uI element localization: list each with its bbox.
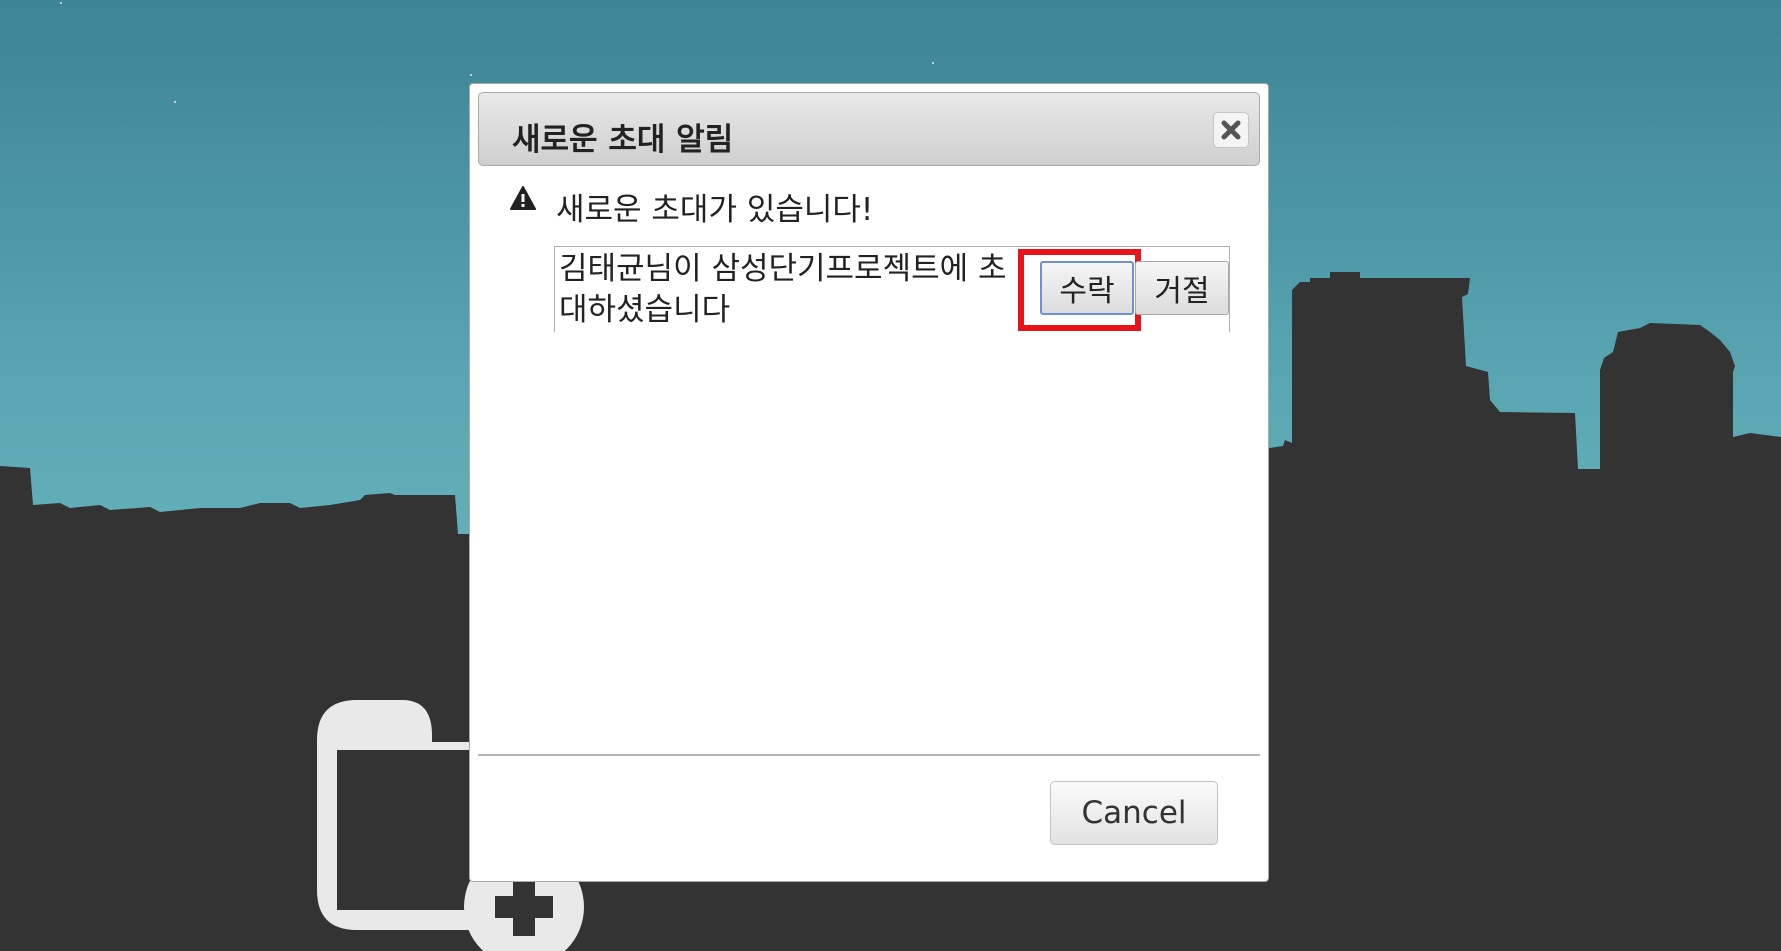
close-icon — [1221, 120, 1241, 140]
warning-icon — [510, 186, 536, 210]
invitation-text: 김태균님이 삼성단기프로젝트에 초 대하셨습니다 — [559, 249, 1039, 331]
dialog-title: 새로운 초대 알림 — [512, 122, 734, 158]
invitation-text-line2: 대하셨습니다 — [559, 292, 731, 328]
cancel-button[interactable]: Cancel — [1050, 781, 1218, 845]
invitation-text-line1: 김태균님이 삼성단기프로젝트에 초 — [559, 251, 1007, 287]
invitation-dialog: 새로운 초대 알림 새로운 초대가 있습니다! 김태균님이 삼성단기프로젝트에 … — [469, 83, 1269, 882]
dialog-titlebar[interactable]: 새로운 초대 알림 — [478, 92, 1260, 166]
invitation-message: 새로운 초대가 있습니다! — [556, 192, 874, 228]
close-button[interactable] — [1213, 112, 1249, 148]
accept-button[interactable]: 수락 — [1040, 261, 1134, 315]
dialog-footer-divider — [478, 754, 1260, 756]
reject-button[interactable]: 거절 — [1135, 261, 1229, 315]
